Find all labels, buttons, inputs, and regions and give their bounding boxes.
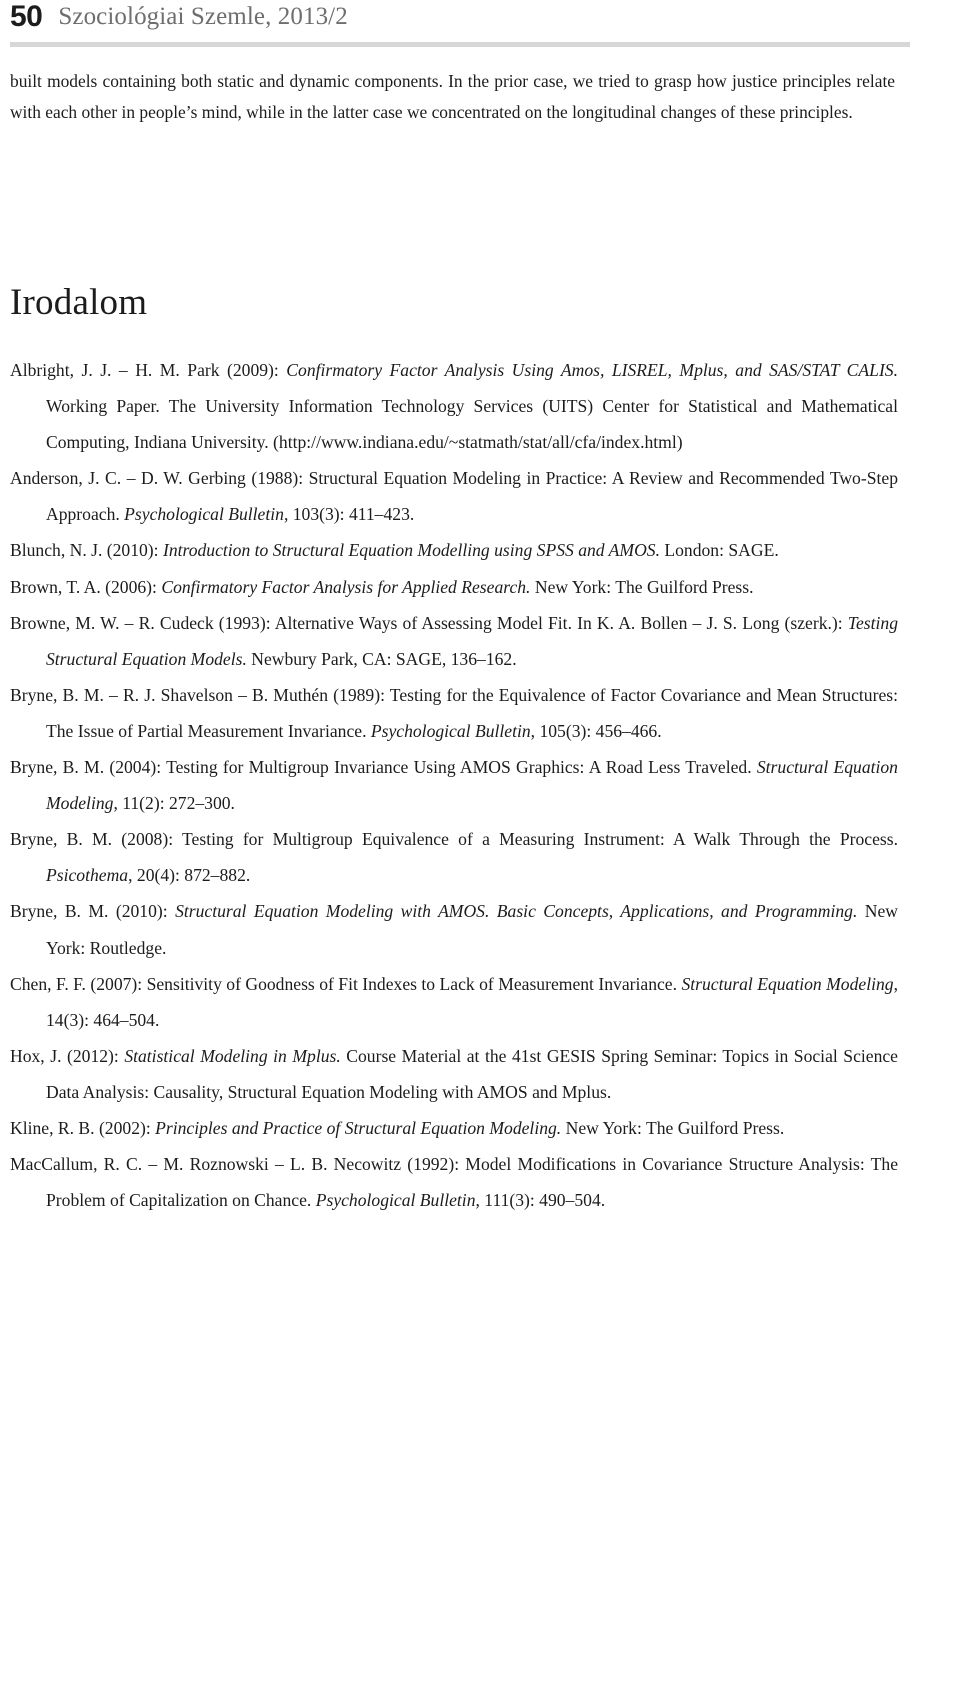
reference-entry: MacCallum, R. C. – M. Roznowski – L. B. … [10,1146,898,1218]
reference-text: Kline, R. B. (2002): [10,1117,156,1138]
running-header: 50 Szociológiai Szemle, 2013/2 [0,0,960,56]
reference-title-italic: Psicothema [46,865,129,886]
intro-paragraph: built models containing both static and … [10,71,895,122]
reference-entry: Albright, J. J. – H. M. Park (2009): Con… [10,352,898,460]
reference-text: Bryne, B. M. (2008): Testing for Multigr… [10,829,898,850]
reference-text: Hox, J. (2012): [10,1045,125,1066]
reference-text: Chen, F. F. (2007): Sensitivity of Goodn… [10,973,682,994]
reference-title-italic: Confirmatory Factor Analysis Using Amos,… [286,360,898,380]
reference-text: Browne, M. W. – R. Cudeck (1993): Altern… [10,612,848,633]
reference-entry: Blunch, N. J. (2010): Introduction to St… [10,532,898,568]
reference-title-italic: Confirmatory Factor Analysis for Applied… [161,576,531,597]
reference-text: , 103(3): 411–423. [283,504,415,525]
reference-list: Albright, J. J. – H. M. Park (2009): Con… [10,352,898,1218]
reference-entry: Anderson, J. C. – D. W. Gerbing (1988): … [10,460,898,532]
reference-text: , 111(3): 490–504. [475,1190,606,1211]
document-page: 50 Szociológiai Szemle, 2013/2 built mod… [0,0,960,1682]
reference-text: Albright, J. J. – H. M. Park (2009): [10,360,287,380]
reference-entry: Bryne, B. M. (2010): Structural Equation… [10,893,898,965]
reference-entry: Chen, F. F. (2007): Sensitivity of Goodn… [10,966,898,1038]
reference-text: Bryne, B. M. (2004): Testing for Multigr… [10,757,757,778]
reference-title-italic: Statistical Modeling in Mplus. [124,1045,341,1066]
references-heading-block: Irodalom [10,281,895,325]
reference-title-italic: Psychological Bulletin [124,504,284,525]
reference-title-italic: Principles and Practice of Structural Eq… [155,1117,562,1138]
page-number: 50 [10,0,43,33]
reference-entry: Bryne, B. M. – R. J. Shavelson – B. Muth… [10,677,898,749]
reference-entry: Bryne, B. M. (2004): Testing for Multigr… [10,749,898,821]
reference-text: New York: The Guilford Press. [561,1117,785,1138]
intro-text-block: built models containing both static and … [10,66,895,128]
reference-title-italic: Structural Equation Modeling [681,973,894,994]
reference-entry: Bryne, B. M. (2008): Testing for Multigr… [10,821,898,893]
reference-text: , 11(2): 272–300. [113,793,235,814]
reference-title-italic: Introduction to Structural Equation Mode… [162,540,660,561]
reference-text: , 20(4): 872–882. [128,865,251,886]
reference-title-italic: Psychological Bulletin [315,1190,476,1211]
reference-title-italic: Psychological Bulletin [370,720,531,741]
reference-entry: Hox, J. (2012): Statistical Modeling in … [10,1038,898,1110]
reference-entry: Browne, M. W. – R. Cudeck (1993): Altern… [10,605,898,677]
reference-title-italic: Structural Equation Modeling with AMOS. … [175,901,858,922]
reference-text: Working Paper. The University Informatio… [46,396,898,453]
reference-text: Newbury Park, CA: SAGE, 136–162. [246,648,517,669]
reference-text: Blunch, N. J. (2010): [10,540,163,561]
reference-entry: Brown, T. A. (2006): Confirmatory Factor… [10,569,898,605]
reference-text: , 105(3): 456–466. [530,720,662,741]
section-heading-irodalom: Irodalom [10,282,148,323]
reference-text: Bryne, B. M. (2010): [10,901,176,922]
reference-text: Brown, T. A. (2006): [10,576,162,597]
reference-text: London: SAGE. [659,540,779,561]
reference-entry: Kline, R. B. (2002): Principles and Prac… [10,1110,898,1146]
header-rule [10,42,910,47]
reference-text: New York: The Guilford Press. [530,576,754,597]
journal-running-title: Szociológiai Szemle, 2013/2 [58,3,348,30]
